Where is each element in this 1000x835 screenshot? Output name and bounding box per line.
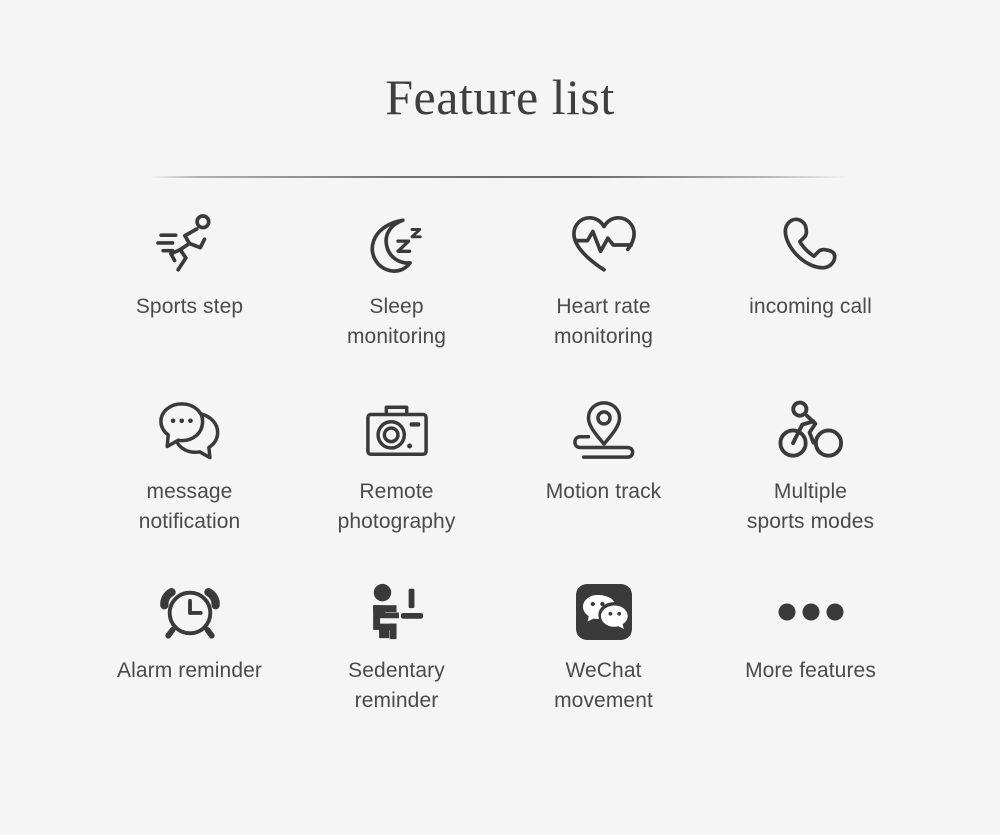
ellipsis-dots-icon xyxy=(768,578,854,646)
feature-item-remote-photography[interactable]: Remote photography xyxy=(293,389,500,574)
feature-item-motion-track[interactable]: Motion track xyxy=(500,389,707,574)
feature-item-incoming-call[interactable]: incoming call xyxy=(707,204,914,389)
header-divider xyxy=(150,176,850,178)
page-title: Feature list xyxy=(385,69,615,125)
feature-item-message-notification[interactable]: message notification xyxy=(86,389,293,574)
seated-person-desk-icon xyxy=(354,578,440,646)
feature-label: Multiple sports modes xyxy=(746,480,875,534)
camera-icon xyxy=(354,393,440,467)
feature-label: WeChat movement xyxy=(554,659,653,713)
crescent-moon-zzz-icon xyxy=(354,208,440,282)
feature-label: Sedentary reminder xyxy=(348,659,445,713)
heart-pulse-icon xyxy=(561,208,647,282)
feature-item-sleep-monitoring[interactable]: Sleep monitoring xyxy=(293,204,500,389)
feature-grid: Sports step Sleep monitoring Heart rate … xyxy=(86,204,914,759)
feature-item-sedentary-reminder[interactable]: Sedentary reminder xyxy=(293,574,500,759)
alarm-clock-icon xyxy=(147,578,233,646)
feature-label: Motion track xyxy=(545,480,662,503)
running-person-icon xyxy=(147,208,233,282)
chat-bubbles-icon xyxy=(147,393,233,467)
feature-item-wechat-movement[interactable]: WeChat movement xyxy=(500,574,707,759)
feature-list-page: Feature list Sports step Sleep monitorin… xyxy=(0,0,1000,835)
feature-item-multiple-sports-modes[interactable]: Multiple sports modes xyxy=(707,389,914,574)
feature-label: Sleep monitoring xyxy=(346,295,447,349)
map-pin-route-icon xyxy=(561,393,647,467)
header: Feature list xyxy=(0,72,1000,122)
feature-label: More features xyxy=(745,659,876,682)
feature-label: Alarm reminder xyxy=(117,659,262,682)
feature-item-alarm-reminder[interactable]: Alarm reminder xyxy=(86,574,293,759)
feature-label: incoming call xyxy=(749,295,872,318)
bicycle-rider-icon xyxy=(768,393,854,467)
phone-handset-icon xyxy=(768,208,854,282)
feature-item-more-features[interactable]: More features xyxy=(707,574,914,759)
wechat-logo-icon xyxy=(561,578,647,646)
feature-label: Heart rate monitoring xyxy=(553,295,654,349)
feature-label: Remote photography xyxy=(337,480,456,534)
feature-item-heart-rate-monitoring[interactable]: Heart rate monitoring xyxy=(500,204,707,389)
feature-label: Sports step xyxy=(135,295,244,318)
feature-label: message notification xyxy=(138,480,241,534)
feature-item-sports-step[interactable]: Sports step xyxy=(86,204,293,389)
